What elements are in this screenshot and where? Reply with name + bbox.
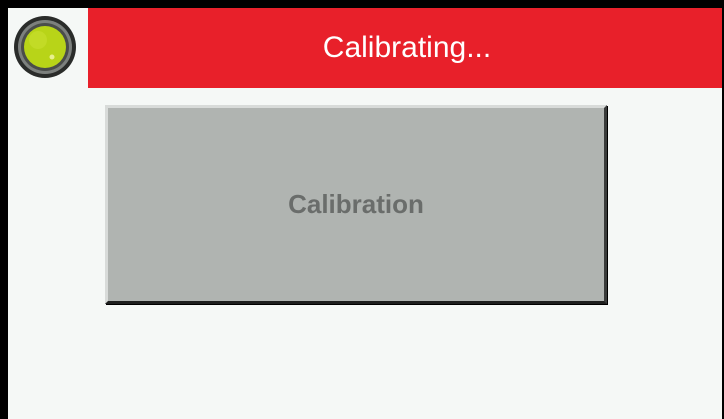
title-bar: Calibrating... <box>8 8 722 88</box>
page-title: Calibrating... <box>322 31 492 64</box>
calibration-button[interactable]: Calibration <box>105 105 607 304</box>
device-screen: Calibrating... Calibration <box>0 0 724 419</box>
calibration-button-label: Calibration <box>288 189 424 219</box>
knob-indicator-icon <box>8 8 88 88</box>
